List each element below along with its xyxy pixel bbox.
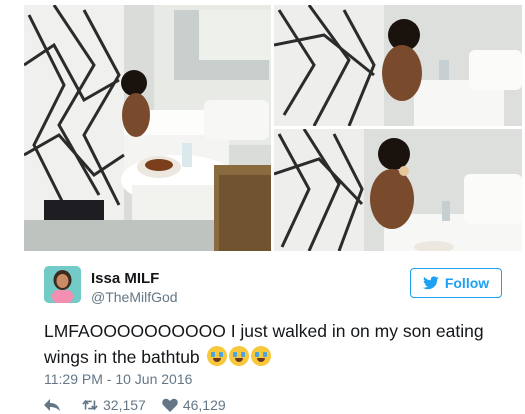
photo-boy-in-tub[interactable]	[274, 5, 522, 126]
heart-icon	[162, 398, 178, 412]
tweet-timestamp[interactable]: 11:29 PM - 10 Jun 2016	[44, 371, 192, 387]
crying-emoji-icon	[228, 346, 249, 366]
tweet-text-container: LMFAOOOOOOOOOO I just walked in on my so…	[44, 318, 514, 370]
like-count: 46,129	[182, 397, 226, 413]
user-handle[interactable]: @TheMilfGod	[91, 289, 178, 305]
retweet-count: 32,157	[103, 397, 146, 413]
photo-boy-eating[interactable]	[274, 129, 522, 251]
photo-grid	[24, 5, 522, 251]
tweet-actions: 32,157 46,129	[44, 396, 226, 414]
twitter-bird-icon	[422, 276, 439, 290]
crying-emoji-icon	[206, 346, 227, 366]
follow-button-label: Follow	[444, 275, 490, 291]
follow-button[interactable]: Follow	[410, 268, 502, 298]
avatar[interactable]	[44, 266, 81, 303]
user-display-name[interactable]: Issa MILF	[91, 270, 159, 287]
photo-bathroom-wide[interactable]	[24, 5, 271, 251]
crying-emoji-icon	[250, 346, 271, 366]
reply-icon	[44, 399, 60, 411]
reply-button[interactable]	[44, 398, 60, 412]
like-button[interactable]: 46,129	[162, 397, 226, 413]
tweet-card: Issa MILF @TheMilfGod Follow LMFAOOOOOOO…	[0, 0, 525, 414]
retweet-button[interactable]: 32,157	[82, 397, 146, 413]
retweet-icon	[82, 399, 98, 411]
